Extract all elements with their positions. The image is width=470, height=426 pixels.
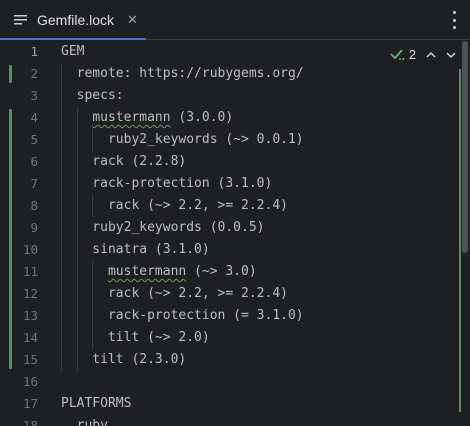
vertical-scrollbar[interactable] bbox=[459, 41, 470, 426]
check-icon bbox=[390, 47, 406, 64]
code-line: tilt (~> 2.0) bbox=[61, 330, 210, 345]
code-line: tilt (2.3.0) bbox=[61, 352, 187, 367]
line-number: 6 bbox=[30, 154, 38, 169]
next-highlight-icon[interactable] bbox=[446, 49, 456, 62]
line-number: 15 bbox=[22, 352, 38, 367]
code-line: mustermann (~> 3.0) bbox=[107, 264, 257, 279]
code-line: rack (~> 2.2, >= 2.2.4) bbox=[61, 198, 288, 213]
line-number: 4 bbox=[30, 110, 38, 125]
line-number: 14 bbox=[22, 330, 38, 345]
scrollbar-thumb[interactable] bbox=[462, 41, 468, 253]
tab-label: Gemfile.lock bbox=[37, 12, 115, 28]
line-number: 12 bbox=[22, 286, 38, 301]
line-number-gutter: 1 2 3 4 5 6 7 8 9 10 11 12 13 14 15 16 17 18 bbox=[0, 41, 48, 426]
code-line: specs: bbox=[61, 88, 124, 103]
code-line: mustermann (3.0.0) bbox=[92, 110, 234, 125]
line-number: 9 bbox=[30, 220, 38, 235]
line-number: 18 bbox=[22, 418, 38, 426]
indent-guide bbox=[76, 107, 78, 371]
more-options-icon[interactable] bbox=[452, 11, 456, 29]
line-number: 16 bbox=[22, 374, 38, 389]
line-number: 2 bbox=[30, 66, 38, 81]
line-number: 7 bbox=[30, 176, 38, 191]
line-number: 3 bbox=[30, 88, 38, 103]
line-number: 17 bbox=[22, 396, 38, 411]
code-area[interactable]: GEM remote: https://rubygems.org/ specs:… bbox=[48, 41, 458, 426]
line-number: 5 bbox=[30, 132, 38, 147]
code-line: ruby2_keywords (~> 0.0.1) bbox=[61, 132, 304, 147]
code-line: rack (~> 2.2, >= 2.2.4) bbox=[61, 286, 288, 301]
active-tab-indicator bbox=[0, 38, 146, 40]
vcs-change-marker[interactable] bbox=[9, 109, 12, 369]
tab-gemfile-lock[interactable]: Gemfile.lock ✕ bbox=[0, 0, 148, 40]
typo-warning-underline[interactable]: mustermann bbox=[92, 110, 170, 125]
indent-guide bbox=[61, 63, 62, 371]
code-line: PLATFORMS bbox=[61, 396, 132, 411]
typo-warning-underline[interactable]: mustermann bbox=[108, 264, 186, 279]
line-number: 8 bbox=[30, 198, 38, 213]
code-line: GEM bbox=[61, 44, 85, 59]
indent-guide bbox=[92, 261, 94, 349]
indent-guide bbox=[92, 195, 94, 217]
vcs-change-marker[interactable] bbox=[9, 65, 12, 83]
previous-highlight-icon[interactable] bbox=[426, 49, 436, 62]
code-line: ruby bbox=[61, 418, 108, 426]
code-line: rack-protection (3.1.0) bbox=[61, 176, 273, 191]
inspection-widget: 2 bbox=[390, 44, 456, 66]
line-number: 1 bbox=[30, 44, 38, 59]
scrollbar-change-mark bbox=[459, 96, 461, 412]
text-file-icon bbox=[14, 11, 28, 30]
inspection-count-value: 2 bbox=[409, 48, 416, 62]
code-editor[interactable]: 1 2 3 4 5 6 7 8 9 10 11 12 13 14 15 16 17 18 GEM remote: … bbox=[0, 41, 470, 426]
line-number: 13 bbox=[22, 308, 38, 323]
code-line: sinatra (3.1.0) bbox=[61, 242, 210, 257]
line-number: 11 bbox=[22, 264, 38, 279]
indent-guide bbox=[92, 129, 94, 151]
inspection-count[interactable]: 2 bbox=[390, 47, 416, 64]
code-line: rack (2.2.8) bbox=[61, 154, 187, 169]
line-number: 10 bbox=[22, 242, 38, 257]
code-line: remote: https://rubygems.org/ bbox=[61, 66, 304, 81]
editor-tab-bar: Gemfile.lock ✕ bbox=[0, 0, 470, 40]
close-icon[interactable]: ✕ bbox=[127, 13, 138, 28]
code-line: ruby2_keywords (0.0.5) bbox=[61, 220, 265, 235]
code-line: rack-protection (= 3.1.0) bbox=[61, 308, 304, 323]
